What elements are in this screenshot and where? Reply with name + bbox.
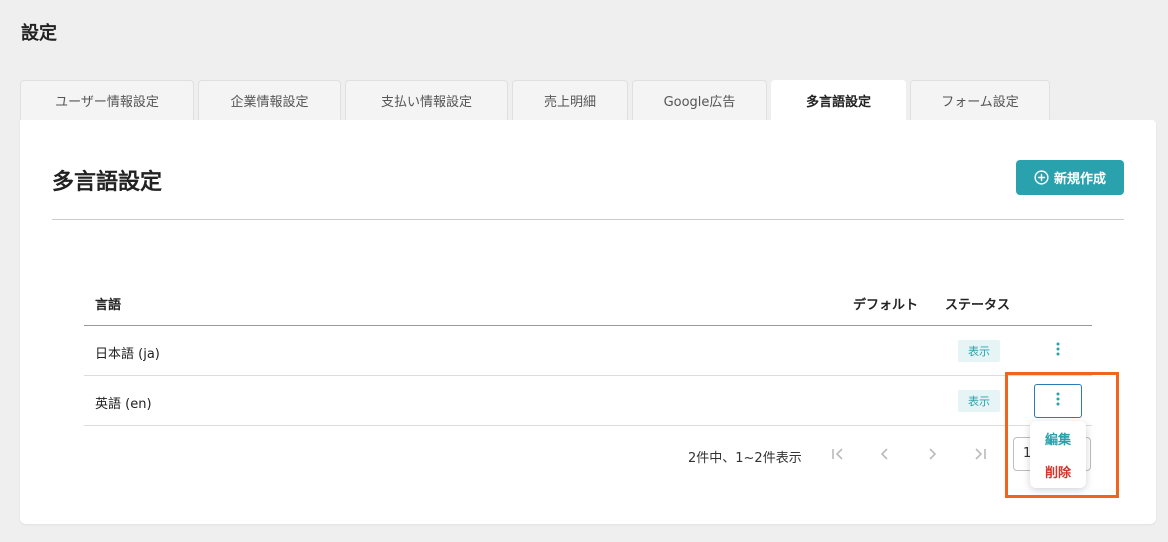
settings-tabs: ユーザー情報設定 企業情報設定 支払い情報設定 売上明細 Google広告 多言… (20, 80, 1054, 120)
header-language: 言語 (95, 298, 122, 313)
table-header-row: 言語 デフォルト ステータス (84, 280, 1092, 326)
language-table: 言語 デフォルト ステータス 日本語 (ja) 表示 英語 (en) 表示 (84, 280, 1092, 426)
tab-payment-info[interactable]: 支払い情報設定 (345, 80, 508, 120)
plus-circle-icon (1034, 170, 1049, 185)
multilingual-settings-card: 多言語設定 新規作成 言語 デフォルト ステータス 日本語 (ja) 表示 英語… (20, 120, 1156, 524)
pagination: 2件中、1~2件表示 1 (20, 434, 1156, 474)
tab-company-info[interactable]: 企業情報設定 (198, 80, 341, 120)
row-menu-button[interactable] (1034, 334, 1082, 368)
tab-multilingual[interactable]: 多言語設定 (771, 80, 906, 120)
next-page-button[interactable] (922, 444, 942, 464)
edit-menu-item[interactable]: 編集 (1030, 422, 1086, 455)
next-page-icon (922, 444, 942, 464)
new-create-button[interactable]: 新規作成 (1016, 160, 1124, 195)
pagination-range-text: 2件中、1~2件表示 (688, 451, 802, 466)
card-title: 多言語設定 (52, 170, 163, 195)
prev-page-button[interactable] (875, 444, 895, 464)
row-action-menu: 編集 削除 (1030, 421, 1086, 488)
title-divider (52, 219, 1124, 220)
prev-page-icon (875, 444, 895, 464)
row-language: 日本語 (ja) (95, 347, 160, 362)
row-language: 英語 (en) (95, 397, 152, 412)
new-create-label: 新規作成 (1053, 172, 1106, 187)
kebab-menu-icon (1056, 342, 1060, 360)
tab-google-ads[interactable]: Google広告 (632, 80, 767, 120)
status-badge: 表示 (958, 340, 1000, 362)
last-page-button[interactable] (970, 444, 990, 464)
status-badge: 表示 (958, 390, 1000, 412)
last-page-icon (970, 444, 990, 464)
header-status: ステータス (945, 298, 1011, 313)
kebab-menu-icon (1056, 392, 1060, 410)
delete-menu-item[interactable]: 削除 (1030, 455, 1086, 488)
row-menu-button-open[interactable] (1034, 384, 1082, 418)
page-title: 設定 (21, 23, 57, 44)
tab-sales-details[interactable]: 売上明細 (512, 80, 628, 120)
first-page-icon (828, 444, 848, 464)
table-row: 日本語 (ja) 表示 (84, 326, 1092, 376)
tab-form-settings[interactable]: フォーム設定 (910, 80, 1050, 120)
table-row: 英語 (en) 表示 (84, 376, 1092, 426)
first-page-button[interactable] (828, 444, 848, 464)
tab-user-info[interactable]: ユーザー情報設定 (20, 80, 194, 120)
header-default: デフォルト (853, 298, 919, 313)
